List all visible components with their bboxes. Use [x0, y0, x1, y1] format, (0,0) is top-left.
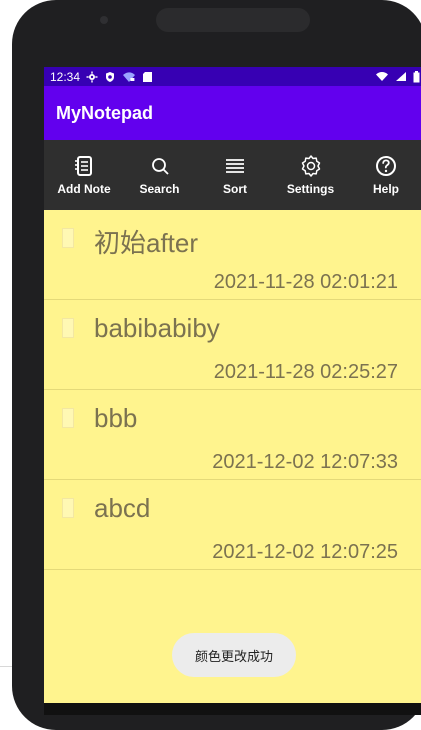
add-note-label: Add Note: [57, 182, 111, 196]
app-bar: MyNotepad: [44, 86, 421, 140]
note-item[interactable]: 初始after 2021-11-28 02:01:21: [44, 210, 421, 300]
status-right: [375, 70, 420, 83]
wifi-lock-icon: [123, 71, 136, 82]
search-icon: [151, 158, 169, 175]
note-timestamp: 2021-12-02 12:07:25: [212, 541, 398, 563]
notebook-icon: [75, 156, 92, 176]
note-timestamp: 2021-11-28 02:25:27: [213, 361, 398, 383]
sort-icon: [226, 159, 244, 173]
signal-icon: [396, 72, 406, 81]
note-title: babibabiby: [94, 313, 220, 343]
search-label: Search: [139, 182, 180, 196]
sort-button[interactable]: Sort: [199, 154, 271, 196]
sort-label: Sort: [223, 182, 247, 196]
note-title: abcd: [94, 493, 151, 523]
help-label: Help: [372, 182, 399, 196]
note-icon: [62, 228, 74, 248]
note-item[interactable]: abcd 2021-12-02 12:07:25: [44, 480, 421, 570]
note-list: 初始after 2021-11-28 02:01:21 babibabiby 2…: [44, 210, 421, 570]
app-title: MyNotepad: [56, 102, 154, 123]
settings-icon: [301, 155, 320, 177]
status-bar: 12:34: [44, 67, 421, 86]
note-title: 初始after: [94, 228, 199, 258]
note-icon: [62, 318, 74, 338]
note-timestamp: 2021-11-28 02:01:21: [213, 271, 398, 293]
camera-icon: [100, 16, 108, 24]
status-left: 12:34: [50, 70, 153, 84]
settings-label: Settings: [286, 182, 335, 196]
navigation-bar: [44, 703, 421, 715]
shield-icon: [106, 71, 115, 82]
app-screen: 12:34 MyNotepad Add Note Search Sort Set…: [44, 67, 421, 715]
toast-text: 颜色更改成功: [194, 648, 273, 664]
note-timestamp: 2021-12-02 12:07:33: [212, 451, 398, 473]
battery-icon: [413, 70, 420, 82]
search-button[interactable]: Search: [124, 154, 196, 196]
toolbar: Add Note Search Sort Settings Help: [44, 140, 421, 210]
note-icon: [62, 498, 74, 518]
help-icon: [376, 156, 396, 176]
sd-card-icon: [143, 71, 153, 82]
gear-icon: [86, 71, 98, 82]
note-icon: [62, 408, 74, 428]
phone-frame: 12:34 MyNotepad Add Note Search Sort Set…: [12, 0, 421, 730]
page-divider: [0, 666, 12, 667]
add-note-button[interactable]: Add Note: [48, 154, 120, 196]
speaker-grille: [156, 8, 310, 32]
wifi-icon: [376, 72, 388, 81]
status-time: 12:34: [50, 69, 81, 84]
note-item[interactable]: babibabiby 2021-11-28 02:25:27: [44, 300, 421, 390]
note-title: bbb: [94, 403, 138, 433]
note-item[interactable]: bbb 2021-12-02 12:07:33: [44, 390, 421, 480]
help-button[interactable]: Help: [350, 154, 421, 196]
settings-button[interactable]: Settings: [275, 154, 347, 196]
toast-message: 颜色更改成功: [172, 633, 296, 677]
